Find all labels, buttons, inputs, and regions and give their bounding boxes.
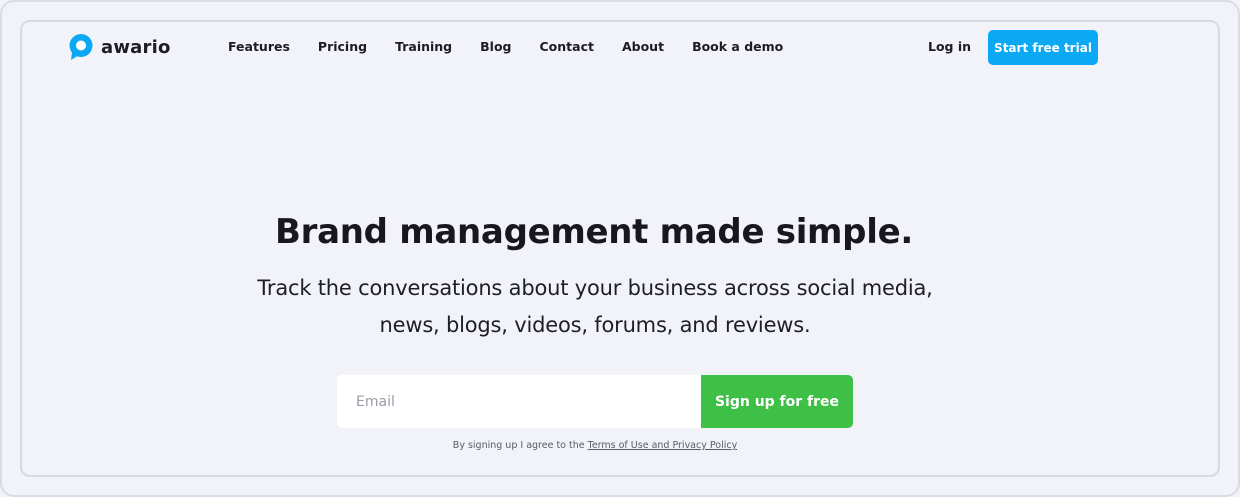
nav-pricing-link[interactable]: Pricing [318, 39, 367, 54]
brand-logo[interactable]: awario [68, 33, 171, 61]
signup-disclaimer: By signing up I agree to the Terms of Us… [0, 440, 1190, 451]
awario-logo-icon [69, 34, 93, 60]
signup-form: Sign up for free [337, 375, 853, 428]
email-input[interactable] [337, 375, 701, 428]
nav-book-demo-link[interactable]: Book a demo [692, 39, 783, 54]
hero-subline-line-2: news, blogs, videos, forums, and reviews… [379, 313, 811, 337]
nav-blog-link[interactable]: Blog [480, 39, 511, 54]
nav-contact-link[interactable]: Contact [540, 39, 594, 54]
nav-features-link[interactable]: Features [228, 39, 290, 54]
login-link[interactable]: Log in [928, 39, 971, 54]
brand-name: awario [101, 36, 171, 58]
top-navigation: awario Features Pricing Training Blog Co… [0, 0, 1240, 65]
start-free-trial-button[interactable]: Start free trial [988, 30, 1098, 65]
disclaimer-text: By signing up I agree to the [452, 440, 588, 451]
hero-subline-line-1: Track the conversations about your busin… [257, 276, 933, 300]
nav-training-link[interactable]: Training [395, 39, 452, 54]
terms-privacy-link[interactable]: Terms of Use and Privacy Policy [588, 440, 738, 451]
sign-up-button[interactable]: Sign up for free [701, 375, 853, 428]
main-menu: Features Pricing Training Blog Contact A… [228, 39, 811, 54]
nav-about-link[interactable]: About [622, 39, 664, 54]
hero-headline: Brand management made simple. [275, 212, 913, 252]
hero-subline: Track the conversations about your busin… [0, 270, 1190, 344]
